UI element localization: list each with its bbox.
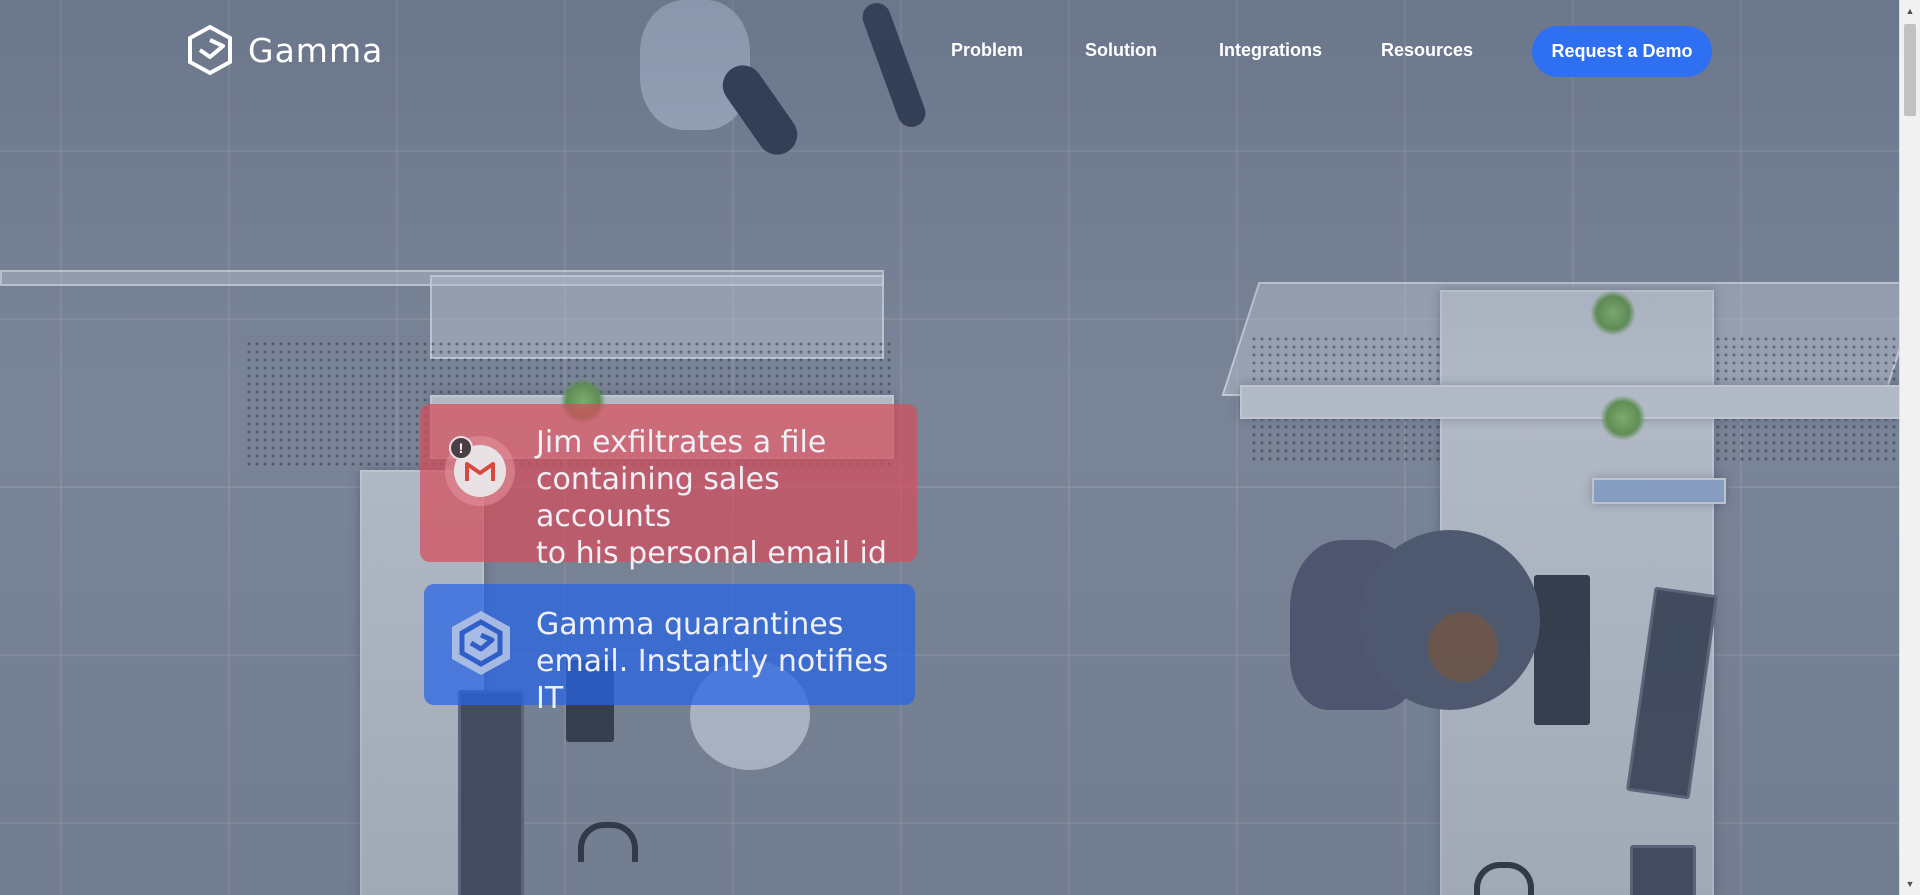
scroll-up-arrow-icon[interactable]: ▲ [1900, 2, 1920, 20]
gamma-shield-icon [452, 611, 510, 675]
scroll-down-arrow-icon[interactable]: ▼ [1900, 875, 1920, 893]
nav-link-problem[interactable]: Problem [951, 40, 1023, 61]
response-message: Gamma quarantines email. Instantly notif… [536, 607, 889, 716]
gmail-m-icon [465, 462, 495, 481]
scrollbar-thumb[interactable] [1904, 24, 1916, 116]
page-scrollbar[interactable]: ▲ ▼ [1899, 0, 1920, 895]
top-navigation: Gamma Problem Solution Integrations Reso… [0, 0, 1900, 104]
gmail-icon-wrap: ! [445, 436, 515, 506]
hero-overlay [0, 0, 1900, 895]
request-demo-button[interactable]: Request a Demo [1532, 26, 1712, 77]
brand-name: Gamma [248, 30, 384, 70]
alert-badge: ! [449, 436, 473, 460]
nav-link-integrations[interactable]: Integrations [1219, 40, 1322, 61]
threat-message: Jim exfiltrates a file containing sales … [536, 425, 887, 571]
threat-notification-card: ! Jim exfiltrates a file containing sale… [420, 404, 917, 571]
brand-logo[interactable]: Gamma [186, 24, 383, 76]
gamma-logo-icon [188, 24, 232, 76]
landing-page: Gamma Problem Solution Integrations Reso… [0, 0, 1920, 895]
nav-link-solution[interactable]: Solution [1085, 40, 1157, 61]
nav-link-resources[interactable]: Resources [1381, 40, 1473, 61]
response-notification-card: Gamma quarantines email. Instantly notif… [424, 584, 915, 716]
